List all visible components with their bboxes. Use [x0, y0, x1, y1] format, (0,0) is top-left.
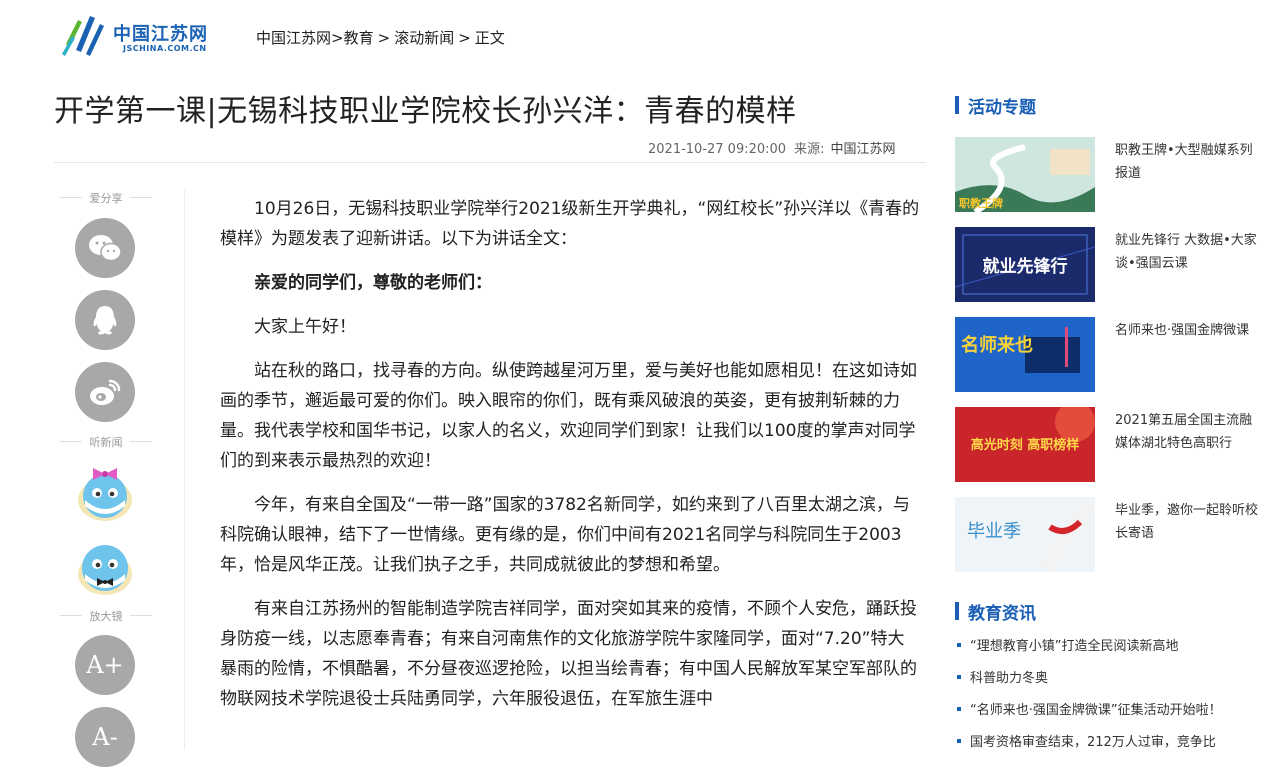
article-source[interactable]: 中国江苏网 [830, 142, 895, 157]
news-list-item[interactable]: 国考资格审查结束，212万人过审，竞争比 [957, 731, 1216, 750]
bullet-icon [957, 738, 961, 743]
topic-image-icon: 名师来也 [955, 317, 1095, 392]
source-label: 来源: [794, 142, 825, 157]
topic-title: 2021第五届全国主流融媒体湖北特色高职行 [1115, 413, 1253, 451]
fish-avatar-male-icon [78, 545, 132, 595]
article-paragraph: 有来自江苏扬州的智能制造学院吉祥同学，面对突如其来的疫情，不顾个人安危，踊跃投身… [220, 599, 917, 709]
news-item-text: “名师来也·强国金牌微课”征集活动开始啦！ [970, 703, 1222, 718]
article-paragraph: 站在秋的路口，找寻春的方向。纵使跨越星河万里，爱与美好也能如愿相见！在这如诗如画… [220, 361, 917, 471]
wechat-icon [89, 235, 122, 262]
logo-name: 中国江苏网 [113, 24, 208, 45]
news-section-title: 教育资讯 [955, 599, 1036, 624]
logo-domain: JSCHINA.COM.CN [123, 44, 207, 53]
article-datetime: 2021-10-27 09:20:00 [648, 142, 787, 157]
listen-female-voice-button[interactable] [75, 460, 135, 521]
topic-title: 就业先锋行 大数据•大家谈•强国云课 [1115, 233, 1257, 271]
article-paragraph: 大家上午好！ [254, 317, 356, 337]
topic-thumbnail: 职教王牌 [955, 137, 1095, 212]
news-item-text: 国考资格审查结束，212万人过审，竞争比 [970, 735, 1216, 750]
article-paragraph: 今年，有来自全国及“一带一路”国家的3782名新同学，如约来到了八百里太湖之滨，… [220, 495, 910, 575]
article-paragraph-salutation: 亲爱的同学们，尊敬的老师们： [254, 273, 492, 293]
breadcrumb-home[interactable]: 中国江苏网 [256, 29, 331, 47]
breadcrumb-education[interactable]: 教育 [344, 29, 374, 47]
zoom-out-button[interactable]: A- [75, 707, 135, 767]
logo-mark-icon [62, 16, 104, 56]
article-title: 开学第一课|无锡科技职业学院校长孙兴洋：青春的模样 [54, 94, 797, 129]
fish-avatar-female-icon [78, 468, 132, 521]
news-list-item[interactable]: “理想教育小镇”打造全民阅读新高地 [957, 635, 1178, 654]
article-paragraph: 10月26日，无锡科技职业学院举行2021级新生开学典礼，“网红校长”孙兴洋以《… [220, 199, 920, 249]
bullet-icon [957, 642, 961, 647]
zoom-in-icon: A+ [86, 651, 124, 679]
weibo-share-button[interactable] [75, 362, 135, 422]
topic-thumb-caption: 就业先锋行 [983, 256, 1068, 277]
bullet-icon [957, 706, 961, 711]
news-list-item[interactable]: “名师来也·强国金牌微课”征集活动开始啦！ [957, 699, 1222, 718]
magnifier-label: 放大镜 [54, 608, 158, 624]
topic-title: 职教王牌•大型融媒系列报道 [1115, 143, 1253, 181]
breadcrumb-current: 正文 [474, 29, 505, 47]
topic-card[interactable]: 高光时刻 高职榜样 2021第五届全国主流融媒体湖北特色高职行 [955, 407, 1265, 483]
article-meta: 2021-10-27 09:20:00 来源: 中国江苏网 [648, 138, 895, 157]
news-item-text: “理想教育小镇”打造全民阅读新高地 [970, 639, 1179, 654]
breadcrumb-rolling-news[interactable]: 滚动新闻 [394, 29, 454, 47]
topic-thumbnail: 名师来也 [955, 317, 1095, 392]
topics-section-title: 活动专题 [955, 93, 1036, 118]
topic-card[interactable]: 毕业季 毕业季，邀你一起聆听校长寄语 [955, 497, 1265, 573]
breadcrumb-sep: > [331, 29, 344, 47]
share-divider [184, 190, 185, 750]
article-body: 10月26日，无锡科技职业学院举行2021级新生开学典礼，“网红校长”孙兴洋以《… [220, 194, 920, 728]
topic-thumbnail: 高光时刻 高职榜样 [955, 407, 1095, 482]
qq-share-button[interactable] [75, 290, 135, 350]
topic-thumb-caption: 名师来也 [961, 334, 1033, 356]
topic-title: 名师来也·强国金牌微课 [1115, 323, 1250, 338]
topic-image-icon: 毕业季 [955, 497, 1095, 572]
topic-image-icon: 高光时刻 高职榜样 [955, 407, 1095, 482]
listen-label: 听新闻 [54, 434, 158, 450]
topic-image-icon: 就业先锋行 [955, 227, 1095, 302]
topic-card[interactable]: 职教王牌 职教王牌•大型融媒系列报道 [955, 137, 1265, 213]
share-label: 爱分享 [54, 190, 158, 206]
weibo-icon [90, 379, 121, 405]
breadcrumb: 中国江苏网>教育 > 滚动新闻 > 正文 [256, 27, 505, 48]
qq-icon [93, 306, 117, 335]
news-list-item[interactable]: 科普助力冬奥 [957, 667, 1048, 686]
topic-thumbnail: 就业先锋行 [955, 227, 1095, 302]
bullet-icon [957, 674, 961, 679]
topic-title: 毕业季，邀你一起聆听校长寄语 [1115, 503, 1259, 541]
zoom-in-button[interactable]: A+ [75, 635, 135, 695]
topic-card[interactable]: 就业先锋行 就业先锋行 大数据•大家谈•强国云课 [955, 227, 1265, 303]
topic-thumb-caption: 高光时刻 高职榜样 [971, 437, 1080, 453]
title-divider [54, 162, 926, 163]
topic-card[interactable]: 名师来也 名师来也·强国金牌微课 [955, 317, 1265, 393]
news-item-text: 科普助力冬奥 [970, 671, 1049, 686]
listen-male-voice-button[interactable] [75, 534, 135, 595]
breadcrumb-sep: > [458, 29, 471, 47]
breadcrumb-sep: > [377, 29, 391, 47]
topic-thumbnail: 毕业季 [955, 497, 1095, 572]
topic-image-icon: 职教王牌 [955, 137, 1095, 212]
topic-thumb-caption: 职教王牌 [959, 196, 1003, 210]
wechat-share-button[interactable] [75, 218, 135, 278]
topic-thumb-caption: 毕业季 [967, 521, 1021, 542]
